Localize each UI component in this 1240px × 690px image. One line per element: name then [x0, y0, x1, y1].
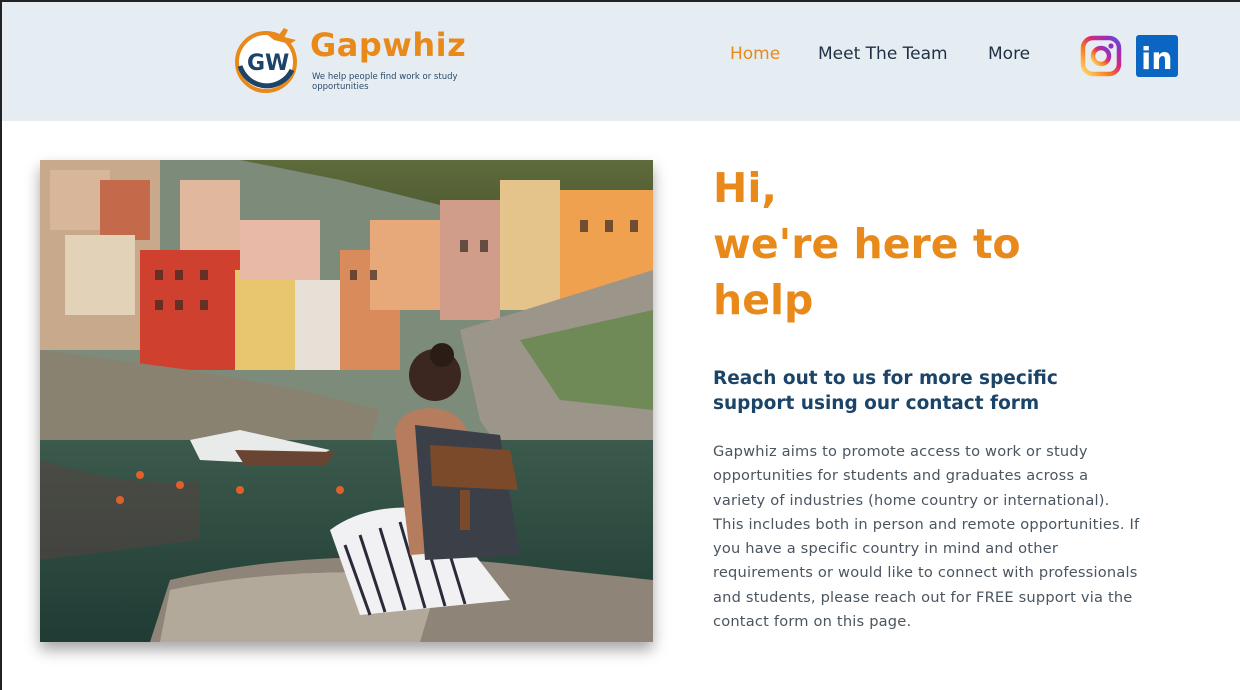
instagram-icon[interactable] [1080, 35, 1122, 77]
contact-heading: Reach out to us for more specific suppor… [713, 368, 1058, 414]
site-header: GW Gapwhiz We help people find work or s… [2, 2, 1240, 121]
hero-line-1: Hi, [713, 164, 777, 212]
logo-initials: GW [247, 51, 289, 76]
hero-line-3: help [713, 276, 814, 324]
hero-photo [40, 160, 653, 642]
logo-icon[interactable]: GW [234, 26, 302, 94]
linkedin-icon[interactable]: in [1136, 35, 1178, 77]
nav-more[interactable]: More [988, 44, 1030, 64]
hero-heading: Hi, we're here to help [713, 160, 1021, 328]
brand-tagline: We help people find work or study opport… [312, 72, 458, 92]
hero-line-2: we're here to [713, 220, 1021, 268]
brand-name[interactable]: Gapwhiz [310, 26, 466, 64]
linkedin-glyph: in [1141, 42, 1173, 77]
nav-meet-the-team[interactable]: Meet The Team [818, 44, 948, 64]
contact-description: Gapwhiz aims to promote access to work o… [713, 443, 1140, 631]
nav-home[interactable]: Home [730, 44, 780, 64]
coastal-village-image [40, 160, 653, 642]
